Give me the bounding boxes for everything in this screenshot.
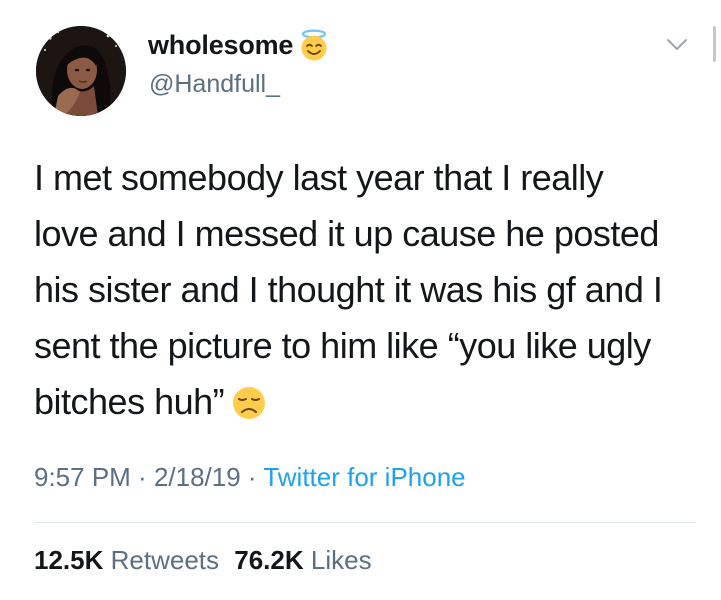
disappointed-face-icon — [230, 382, 268, 420]
avatar-image — [36, 26, 126, 116]
author-name-row[interactable]: wholesome — [148, 26, 331, 64]
smiling-face-with-halo-icon — [297, 28, 331, 62]
display-name[interactable]: wholesome — [148, 30, 293, 61]
tweet-stats: 12.5K Retweets 76.2K Likes — [34, 545, 380, 576]
tweet-line: his sister and I thought it was his gf a… — [34, 269, 663, 310]
tweet-date: 2/18/19 — [153, 462, 241, 492]
meta-separator: · — [130, 462, 154, 492]
avatar[interactable] — [36, 26, 126, 116]
likes-label: Likes — [310, 545, 372, 575]
retweets-count: 12.5K — [34, 545, 104, 575]
divider — [34, 522, 696, 523]
retweets-label: Retweets — [110, 545, 220, 575]
likes-stat[interactable]: 76.2K Likes — [234, 545, 371, 575]
tweet-line: sent the picture to him like “you like u… — [34, 325, 651, 366]
retweets-stat[interactable]: 12.5K Retweets — [34, 545, 219, 575]
tweet-line: love and I messed it up cause he posted — [34, 213, 659, 254]
tweet-line: bitches huh” — [34, 374, 694, 430]
likes-count: 76.2K — [234, 545, 304, 575]
tweet-line-text: bitches huh” — [34, 381, 225, 422]
tweet-source-link[interactable]: Twitter for iPhone — [263, 462, 465, 492]
meta-separator: · — [240, 462, 264, 492]
tweet-line: I met somebody last year that I really — [34, 157, 604, 198]
scrollbar[interactable] — [713, 26, 716, 62]
tweet-time: 9:57 PM — [34, 462, 131, 492]
tweet-text: I met somebody last year that I really l… — [34, 150, 694, 430]
chevron-down-icon[interactable] — [664, 34, 690, 54]
tweet-meta: 9:57 PM · 2/18/19 · Twitter for iPhone — [34, 462, 466, 493]
author-handle[interactable]: @Handfull_ — [149, 70, 280, 99]
